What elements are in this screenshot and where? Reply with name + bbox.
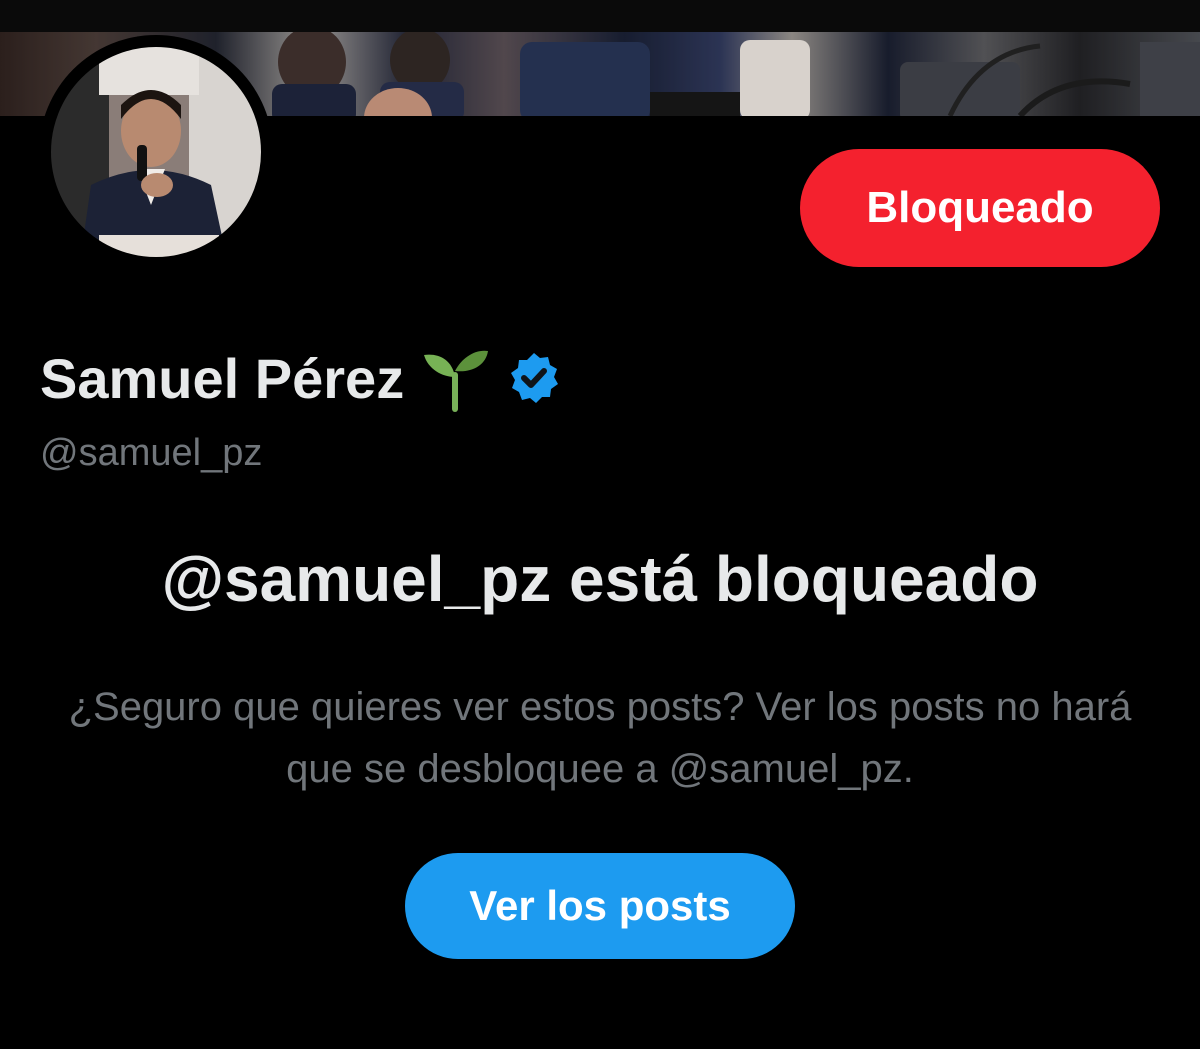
verified-badge-icon[interactable] [506,350,562,406]
blocked-notice-title: @samuel_pz está bloqueado [161,543,1039,615]
profile-avatar[interactable] [39,35,273,269]
blocked-button[interactable]: Bloqueado [800,149,1160,267]
profile-handle: @samuel_pz [40,432,263,474]
profile-display-name: Samuel Pérez [40,346,405,410]
status-strip [0,0,1200,32]
blocked-notice-description: ¿Seguro que quieres ver estos posts? Ver… [68,685,1132,791]
profile-name-row: Samuel Pérez [40,338,562,418]
view-posts-button[interactable]: Ver los posts [405,853,795,959]
seedling-icon [420,343,490,413]
